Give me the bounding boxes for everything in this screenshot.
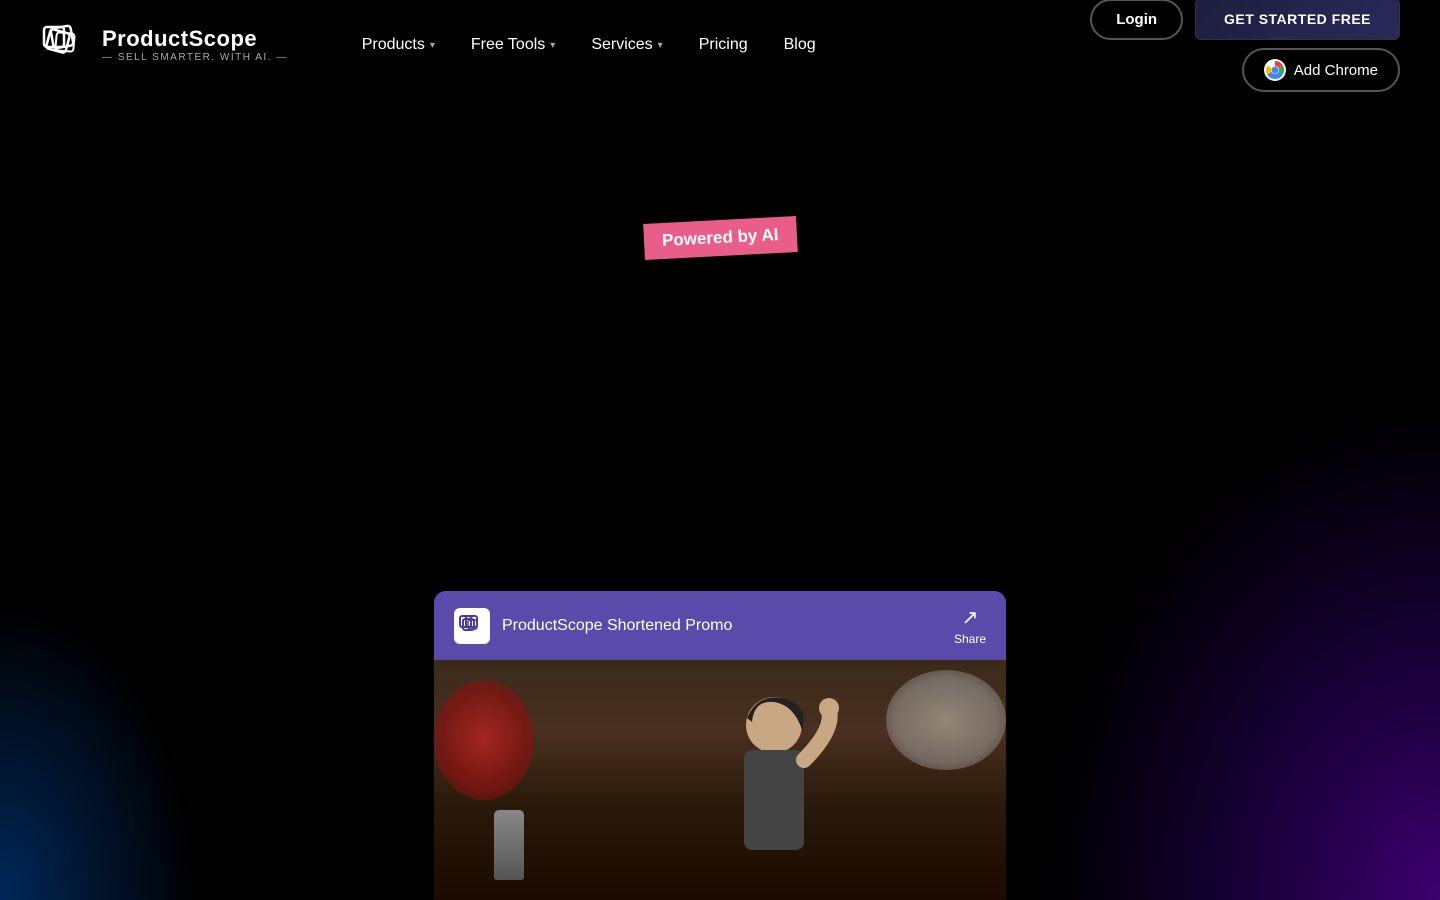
- logo-icon: [40, 19, 92, 71]
- video-thumbnail-bg: [434, 660, 1006, 900]
- video-container: ProductScope Shortened Promo ↗ Share: [434, 591, 1006, 900]
- share-icon: ↗: [962, 605, 979, 630]
- free-tools-chevron-icon: ▾: [550, 40, 555, 51]
- nav-free-tools[interactable]: Free Tools ▾: [457, 28, 569, 62]
- nav-right-top: Login GET STARTED FREE: [1090, 0, 1400, 40]
- get-started-button[interactable]: GET STARTED FREE: [1195, 0, 1400, 40]
- products-chevron-icon: ▾: [430, 40, 435, 51]
- services-chevron-icon: ▾: [658, 40, 663, 51]
- nav-pricing[interactable]: Pricing: [685, 28, 762, 62]
- nav-menu: Products ▾ Free Tools ▾ Services ▾ Prici…: [348, 28, 830, 62]
- nav-services[interactable]: Services ▾: [577, 28, 676, 62]
- logo[interactable]: ProductScope — SELL SMARTER. WITH AI. —: [40, 19, 288, 71]
- person-figure: [684, 680, 864, 900]
- logo-tagline: — SELL SMARTER. WITH AI. —: [102, 52, 288, 63]
- nav-products[interactable]: Products ▾: [348, 28, 449, 62]
- video-header: ProductScope Shortened Promo ↗ Share: [434, 591, 1006, 660]
- bg-glow-left: [0, 600, 200, 900]
- flowers-right-decoration: [886, 670, 1006, 770]
- powered-badge: Powered by AI: [643, 216, 797, 260]
- bg-glow-right: [1040, 400, 1440, 900]
- logo-text: ProductScope — SELL SMARTER. WITH AI. —: [102, 27, 288, 62]
- video-share-button[interactable]: ↗ Share: [954, 605, 986, 646]
- nav-right: Login GET STARTED FREE Add Chrome: [1090, 0, 1400, 92]
- flowers-left-decoration: [434, 680, 534, 800]
- chrome-icon: [1264, 59, 1286, 81]
- video-share-label: Share: [954, 632, 986, 646]
- add-chrome-button[interactable]: Add Chrome: [1242, 48, 1400, 92]
- logo-name: ProductScope: [102, 27, 288, 51]
- product-bottle: [494, 810, 524, 880]
- video-header-left: ProductScope Shortened Promo: [454, 608, 732, 644]
- video-logo-icon: [454, 608, 490, 644]
- login-button[interactable]: Login: [1090, 0, 1183, 40]
- navbar: ProductScope — SELL SMARTER. WITH AI. — …: [0, 0, 1440, 90]
- nav-left: ProductScope — SELL SMARTER. WITH AI. — …: [40, 19, 830, 71]
- video-title: ProductScope Shortened Promo: [502, 617, 732, 635]
- nav-blog[interactable]: Blog: [770, 28, 830, 62]
- main-content: Powered by AI: [0, 90, 1440, 246]
- video-thumbnail[interactable]: [434, 660, 1006, 900]
